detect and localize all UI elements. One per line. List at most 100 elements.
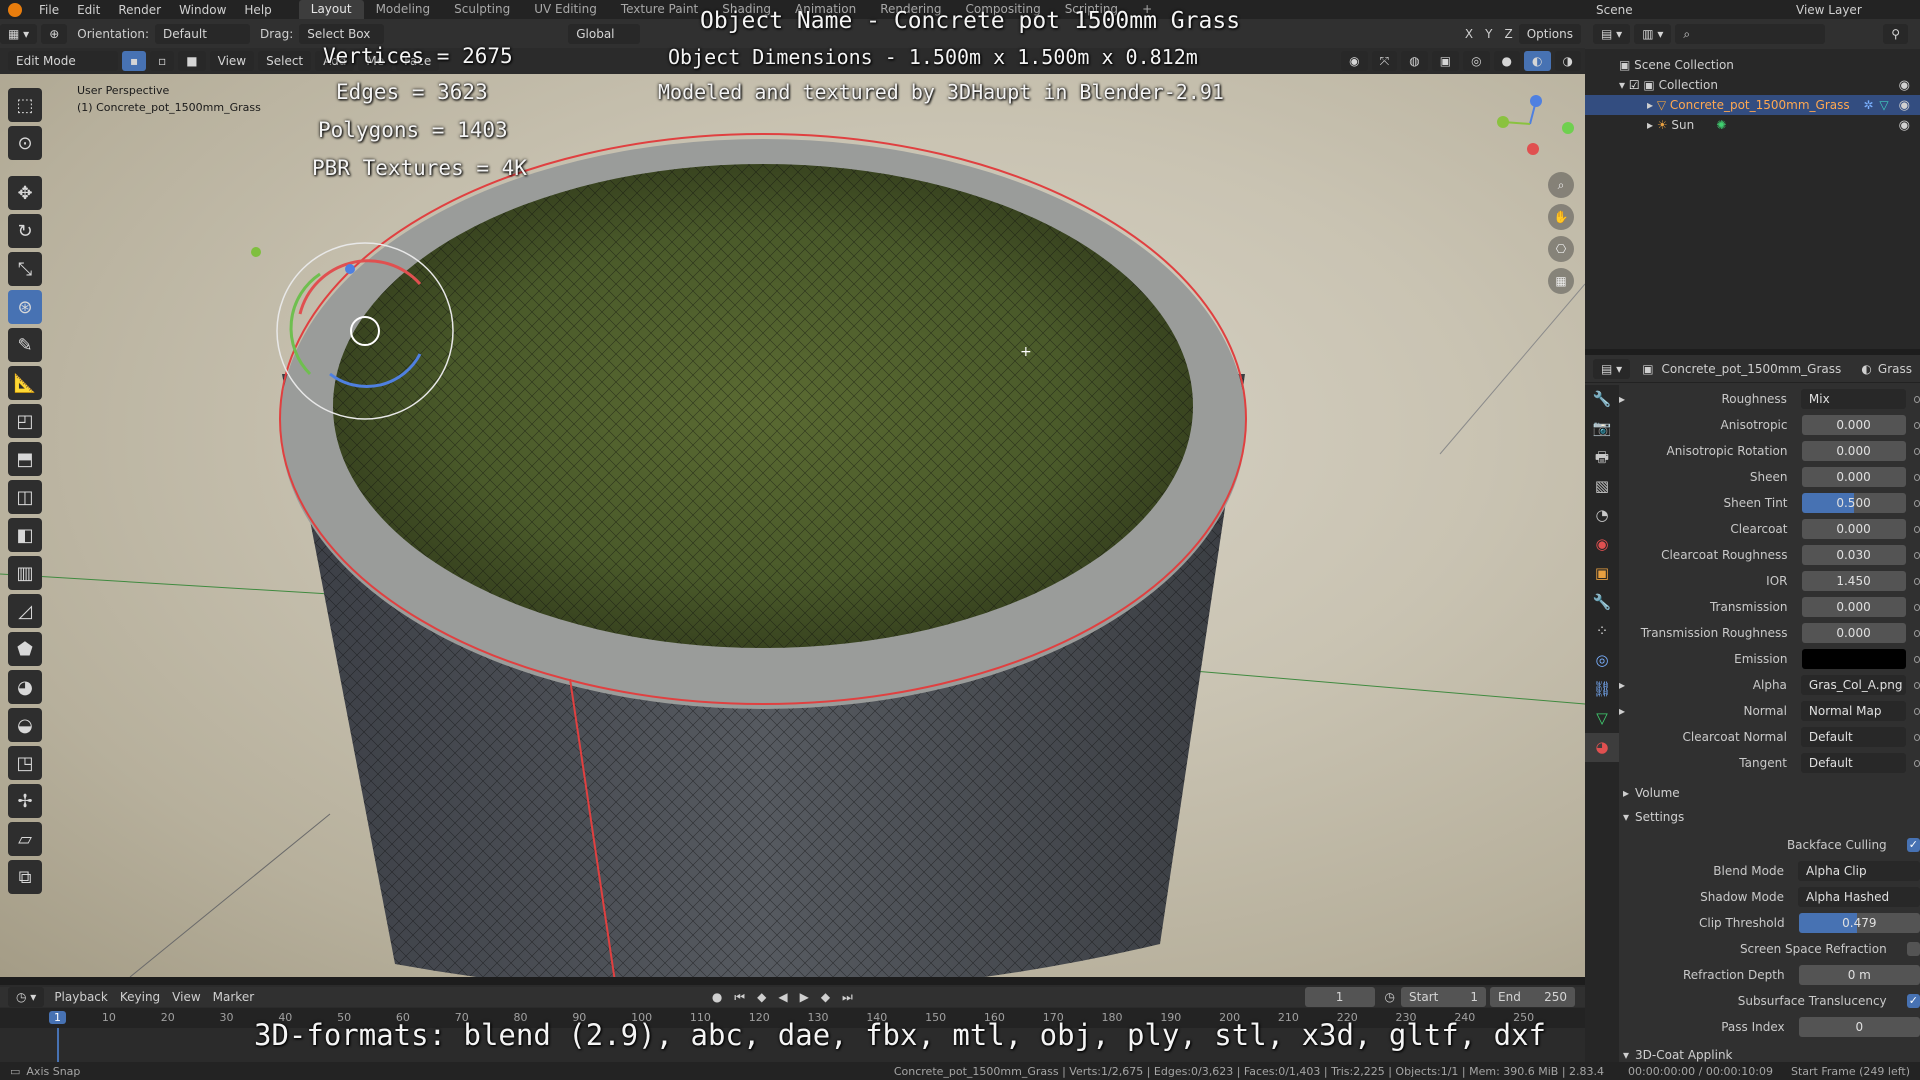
settings-checkbox[interactable] (1906, 942, 1920, 956)
output-tab-icon[interactable]: 🖶 (1585, 443, 1619, 472)
socket-icon[interactable] (1913, 551, 1920, 559)
orientation-select[interactable]: Default (155, 23, 251, 44)
settings-field[interactable]: 0 m (1798, 965, 1920, 985)
visibility-icon[interactable]: ◉ (1341, 51, 1368, 71)
properties-editor-icon[interactable]: ▤ ▾ (1593, 358, 1631, 379)
inset-icon[interactable]: ◫ (8, 480, 42, 514)
outliner-display-icon[interactable]: ▥ ▾ (1634, 24, 1672, 44)
tool-tab-icon[interactable]: 🔧 (1585, 385, 1619, 414)
jump-start-icon[interactable]: ⏮ (728, 990, 751, 1005)
property-field[interactable]: 0.030 (1801, 545, 1906, 565)
expand-icon[interactable]: ▸ (1619, 678, 1625, 692)
socket-icon[interactable] (1913, 499, 1920, 507)
eye-icon[interactable]: ◉ (1899, 98, 1910, 113)
object-tab-icon[interactable]: ▣ (1585, 559, 1619, 588)
mode-select[interactable]: Edit Mode (8, 51, 118, 71)
face-select-icon[interactable]: ■ (178, 51, 206, 71)
expand-icon[interactable]: ▸ (1623, 786, 1629, 800)
property-field[interactable]: Gras_Col_A.png (1800, 675, 1906, 695)
property-field[interactable]: 1.450 (1801, 571, 1906, 591)
menu-timeline-view[interactable]: View (166, 990, 206, 1004)
bevel-icon[interactable]: ◧ (8, 518, 42, 552)
play-icon[interactable]: ▶ (794, 990, 815, 1004)
shear-icon[interactable]: ▱ (8, 822, 42, 856)
property-field[interactable]: 0.000 (1801, 597, 1906, 617)
property-field[interactable]: Mix (1800, 389, 1906, 409)
socket-icon[interactable] (1913, 421, 1920, 429)
measure-icon[interactable]: 📐 (8, 366, 42, 400)
property-field[interactable]: 0.000 (1801, 441, 1906, 461)
socket-icon[interactable] (1913, 707, 1920, 715)
drag-select[interactable]: Select Box (299, 23, 385, 44)
settings-checkbox[interactable]: ✓ (1906, 994, 1920, 1008)
outliner-item-sun[interactable]: ▸ ☀ Sun ✺ ◉ (1585, 115, 1920, 135)
clock-icon[interactable]: ◷ (1379, 990, 1401, 1004)
material-tab-icon[interactable]: ◕ (1585, 733, 1619, 762)
axis-x-toggle[interactable]: X (1459, 27, 1479, 41)
timeline-editor-icon[interactable]: ◷ ▾ (8, 987, 45, 1007)
end-frame-field[interactable]: End 250 (1490, 987, 1576, 1007)
menu-edit[interactable]: Edit (68, 3, 109, 17)
smooth-icon[interactable]: ◒ (8, 708, 42, 742)
tab-modeling[interactable]: Modeling (364, 0, 443, 19)
outliner-editor-icon[interactable]: ▤ ▾ (1593, 24, 1631, 44)
poly-build-icon[interactable]: ⬟ (8, 632, 42, 666)
settings-checkbox[interactable]: ✓ (1906, 838, 1920, 852)
scene-tab-icon[interactable]: ◔ (1585, 501, 1619, 530)
loop-cut-icon[interactable]: ▥ (8, 556, 42, 590)
property-field[interactable]: 0.000 (1801, 415, 1906, 435)
data-tab-icon[interactable]: ▽ (1585, 704, 1619, 733)
property-field[interactable] (1801, 649, 1906, 669)
property-field[interactable]: 0.000 (1801, 519, 1906, 539)
property-field[interactable]: 0.500 (1801, 493, 1906, 513)
socket-icon[interactable] (1913, 603, 1920, 611)
property-field[interactable]: 0.000 (1801, 467, 1906, 487)
volume-section-header[interactable]: ▸ Volume (1619, 781, 1920, 805)
annotate-icon[interactable]: ✎ (8, 328, 42, 362)
shading-material-icon[interactable]: ◐ (1524, 51, 1551, 71)
shading-render-icon[interactable]: ◑ (1554, 51, 1581, 71)
settings-select[interactable]: Alpha Clip (1797, 861, 1920, 881)
tab-sculpting[interactable]: Sculpting (442, 0, 522, 19)
rip-icon[interactable]: ⧉ (8, 860, 42, 894)
vertex-select-icon[interactable]: ▪ (122, 51, 147, 71)
property-field[interactable]: Normal Map (1800, 701, 1906, 721)
outliner-item-concrete-pot[interactable]: ▸ ▽ Concrete_pot_1500mm_Grass ✲ ▽ ◉ (1585, 95, 1920, 115)
navigation-gizmo[interactable] (1497, 95, 1574, 155)
grid-view-icon[interactable]: ▦ (1548, 268, 1574, 294)
blender-logo-icon[interactable] (8, 2, 22, 17)
modifier-icon[interactable]: ✲ (1863, 98, 1873, 112)
add-cube-icon[interactable]: ◰ (8, 404, 42, 438)
edge-slide-icon[interactable]: ◳ (8, 746, 42, 780)
settings-field[interactable]: 0 (1798, 1017, 1920, 1037)
transform-icon[interactable]: ⊛ (8, 290, 42, 324)
editor-type-icon[interactable]: ▦ ▾ (0, 23, 38, 44)
spin-icon[interactable]: ◕ (8, 670, 42, 704)
socket-icon[interactable] (1913, 655, 1920, 663)
physics-tab-icon[interactable]: ◎ (1585, 646, 1619, 675)
play-reverse-icon[interactable]: ◀ (772, 990, 793, 1004)
expand-icon[interactable]: ▸ (1619, 392, 1625, 406)
filter-icon[interactable]: ⚲ (1883, 24, 1908, 44)
eye-icon[interactable]: ◉ (1899, 78, 1910, 93)
collapse-icon[interactable]: ▾ (1623, 810, 1629, 824)
scene-selector[interactable]: Scene (1590, 3, 1790, 17)
expand-icon[interactable]: ▸ (1647, 118, 1657, 132)
socket-icon[interactable] (1913, 629, 1920, 637)
render-tab-icon[interactable]: 📷 (1585, 414, 1619, 443)
prev-keyframe-icon[interactable]: ◆ (751, 990, 772, 1004)
current-frame-field[interactable]: 1 (1304, 987, 1375, 1007)
socket-icon[interactable] (1913, 733, 1920, 741)
tab-texture-paint[interactable]: Texture Paint (609, 0, 710, 19)
view-layer-tab-icon[interactable]: ▧ (1585, 472, 1619, 501)
axis-y-toggle[interactable]: Y (1479, 27, 1498, 41)
move-icon[interactable]: ✥ (8, 176, 42, 210)
edge-select-icon[interactable]: ▫ (150, 51, 175, 71)
transform-orientation-select[interactable]: Global (568, 23, 641, 44)
scale-icon[interactable]: ⤡ (8, 252, 42, 286)
mesh-data-icon[interactable]: ▽ (1879, 98, 1888, 112)
socket-icon[interactable] (1913, 525, 1920, 533)
outliner-search-input[interactable]: ⌕ (1675, 24, 1826, 44)
options-dropdown[interactable]: Options (1518, 23, 1581, 44)
property-field[interactable]: 0.000 (1801, 623, 1906, 643)
